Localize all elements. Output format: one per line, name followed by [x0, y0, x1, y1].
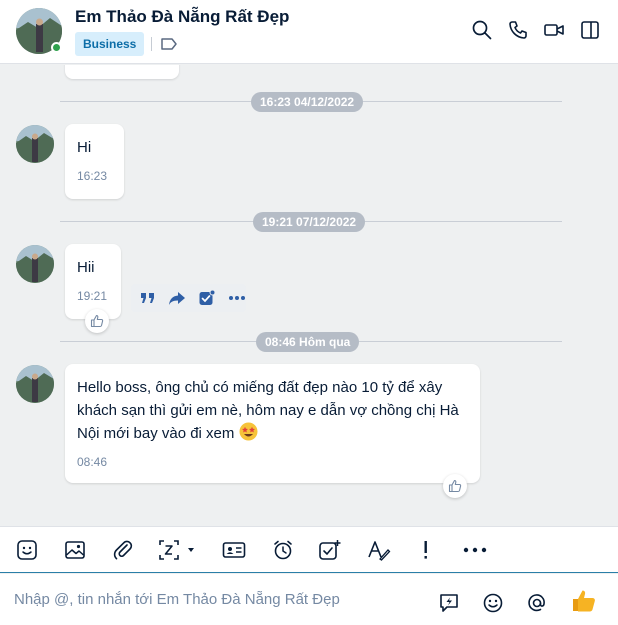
message-text: Hii: [77, 259, 95, 276]
more-icon[interactable]: [463, 538, 487, 562]
online-status-dot: [51, 42, 62, 53]
more-icon[interactable]: [228, 289, 246, 307]
message-text-wrap: Hello boss, ông chủ có miếng đất đẹp nào…: [77, 376, 468, 445]
message-bubble[interactable]: Hii 19:21: [65, 244, 121, 319]
message-time: 19:21: [77, 289, 108, 303]
toggle-sidebar-icon[interactable]: [579, 19, 601, 41]
quick-message-icon[interactable]: [437, 591, 461, 615]
react-like-button[interactable]: [85, 309, 109, 333]
create-task-icon[interactable]: [198, 289, 216, 307]
label-tag-icon[interactable]: [160, 37, 178, 51]
sender-avatar[interactable]: [16, 245, 54, 283]
forward-icon[interactable]: [168, 289, 186, 307]
quote-icon[interactable]: [139, 289, 156, 307]
timestamp-pill: 19:21 07/12/2022: [253, 212, 366, 232]
message-bubble[interactable]: Hello boss, ông chủ có miếng đất đẹp nào…: [65, 364, 480, 483]
previous-message-bubble[interactable]: [65, 65, 179, 79]
sender-avatar[interactable]: [16, 125, 54, 163]
message-time: 16:23: [77, 169, 108, 183]
video-call-icon[interactable]: [543, 19, 565, 41]
text-format-icon[interactable]: [367, 538, 391, 562]
timestamp-pill: 16:23 04/12/2022: [251, 92, 364, 112]
message-time: 08:46: [77, 455, 108, 469]
composer-toolbar: [0, 526, 618, 573]
sticker-icon[interactable]: [15, 538, 39, 562]
chat-header: Em Thảo Đà Nẵng Rất Đẹp Business: [0, 0, 618, 64]
star-struck-emoji-icon: [239, 422, 258, 441]
message-bubble[interactable]: Hi 16:23: [65, 124, 124, 199]
mention-icon[interactable]: [525, 591, 549, 615]
urgent-icon[interactable]: [414, 538, 438, 562]
contact-card-icon[interactable]: [222, 538, 246, 562]
attachment-icon[interactable]: [111, 538, 135, 562]
date-divider: 16:23 04/12/2022: [60, 92, 562, 112]
business-badge: Business: [75, 32, 145, 56]
screenshot-icon[interactable]: [158, 538, 202, 562]
message-list[interactable]: 16:23 04/12/2022 Hi 16:23 19:21 07/12/20…: [0, 65, 618, 525]
reminder-icon[interactable]: [271, 538, 295, 562]
image-icon[interactable]: [63, 538, 87, 562]
composer: [0, 574, 618, 625]
message-text: Hi: [77, 139, 92, 156]
thumbs-up-icon[interactable]: [571, 588, 597, 614]
date-divider: 19:21 07/12/2022: [60, 212, 562, 232]
message-input[interactable]: [14, 588, 414, 610]
sender-avatar[interactable]: [16, 365, 54, 403]
message-actions: [131, 284, 246, 312]
assign-task-icon[interactable]: [318, 538, 342, 562]
react-like-button[interactable]: [443, 474, 467, 498]
divider: [151, 37, 152, 51]
emoji-icon[interactable]: [481, 591, 505, 615]
search-icon[interactable]: [471, 19, 493, 41]
date-divider: 08:46 Hôm qua: [60, 332, 562, 352]
timestamp-pill: 08:46 Hôm qua: [256, 332, 360, 352]
phone-icon[interactable]: [507, 19, 529, 41]
message-text: Hello boss, ông chủ có miếng đất đẹp nào…: [77, 379, 459, 442]
contact-name[interactable]: Em Thảo Đà Nẵng Rất Đẹp: [75, 7, 289, 27]
